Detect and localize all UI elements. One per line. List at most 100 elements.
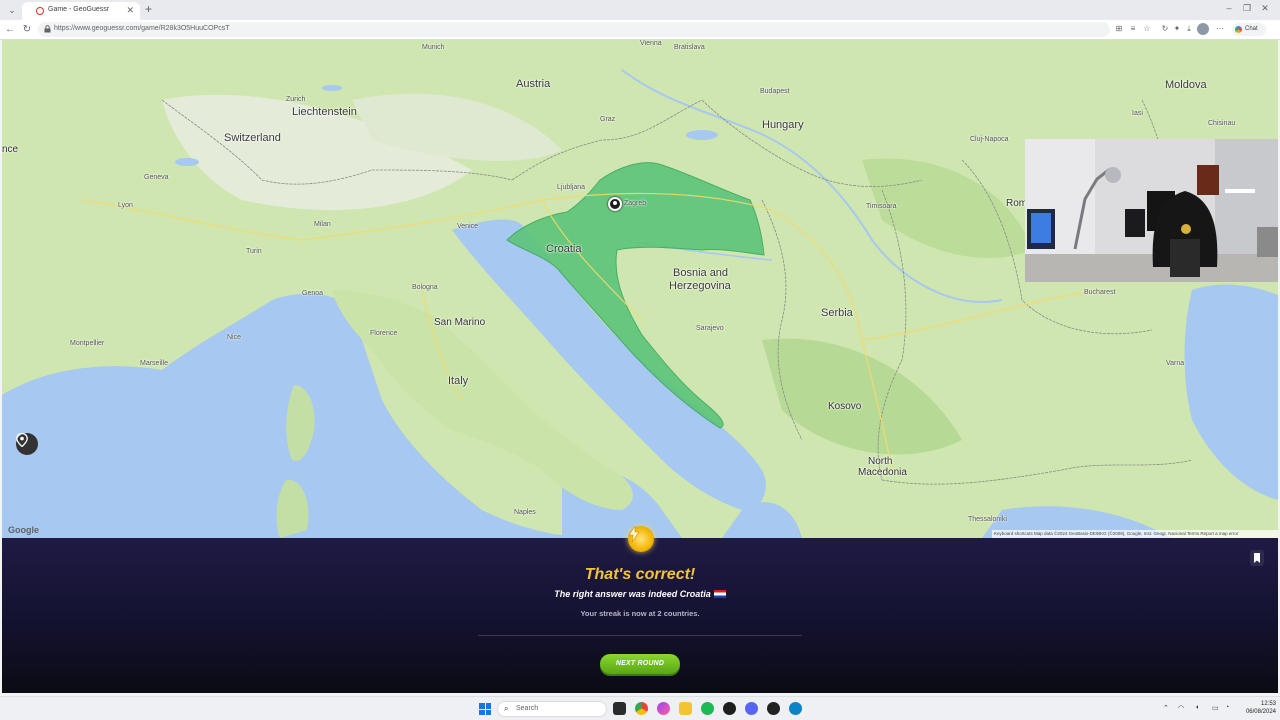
webcam-image <box>1025 139 1278 282</box>
menu-icon[interactable]: ⋯ <box>1215 24 1225 34</box>
star-icon[interactable]: ☆ <box>1142 24 1152 34</box>
map-city-label: Ljubljana <box>557 184 586 191</box>
map-label-france: nce <box>2 144 19 155</box>
browser-tab-bar: ⌄ Game - GeoGuessr ✕ + – ❐ ✕ <box>0 0 1280 20</box>
lock-icon <box>44 25 51 33</box>
map-city-label: Bologna <box>412 284 438 291</box>
url-text: https://www.geoguessr.com/game/R28k3O5Hu… <box>54 25 230 32</box>
map-label-italy: Italy <box>448 375 469 387</box>
task-view-icon[interactable] <box>613 702 626 715</box>
file-explorer-icon[interactable] <box>679 702 692 715</box>
discord-icon[interactable] <box>745 702 758 715</box>
map-label-bosnia-line2: Herzegovina <box>669 280 731 292</box>
map-label-north-macedonia-line2: Macedonia <box>858 467 907 478</box>
tab-geoguessr[interactable]: Game - GeoGuessr ✕ <box>22 2 140 20</box>
result-subtitle-text: The right answer was indeed Croatia <box>554 589 711 599</box>
map-city-label: Zurich <box>286 96 306 103</box>
system-clock[interactable]: 12:53 06/08/2024 <box>1236 700 1276 716</box>
windows-start-icon[interactable] <box>479 703 491 715</box>
map-city-label: Iasi <box>1132 110 1143 117</box>
map-city-label: Chisinau <box>1208 120 1236 127</box>
map-city-label: Geneva <box>144 174 169 181</box>
map-label-croatia: Croatia <box>546 243 582 255</box>
streak-text: Your streak is now at 2 countries. <box>580 609 700 618</box>
next-round-button[interactable]: NEXT ROUND <box>600 654 680 674</box>
map-label-moldova: Moldova <box>1165 79 1207 91</box>
taskbar-search-placeholder: Search <box>516 705 539 712</box>
result-map[interactable]: Austria Hungary Moldova Switzerland Liec… <box>2 40 1278 538</box>
geoguessr-favicon-icon <box>36 7 44 15</box>
map-city-label: Lyon <box>118 202 133 209</box>
map-city-label: Turin <box>246 248 262 255</box>
tab-close-icon[interactable]: ✕ <box>126 5 134 16</box>
map-city-label: Bucharest <box>1084 289 1116 296</box>
map-attribution[interactable]: Keyboard shortcuts Map data ©2024 GeoBas… <box>992 530 1278 538</box>
map-city-label: Marseille <box>140 360 169 367</box>
taskbar-search[interactable]: ⌕ Search <box>497 701 607 717</box>
streamer-webcam <box>1025 139 1278 282</box>
obs-icon[interactable] <box>767 702 780 715</box>
location-pin-icon[interactable] <box>608 197 622 211</box>
history-icon[interactable]: ↻ <box>1160 24 1170 34</box>
reader-icon[interactable]: ≡ <box>1128 24 1138 34</box>
install-icon[interactable]: ⊞ <box>1114 24 1124 34</box>
map-city-label: Nice <box>227 334 242 341</box>
chat-button[interactable]: Chat <box>1232 23 1266 36</box>
spotify-icon[interactable] <box>701 702 714 715</box>
locate-button[interactable] <box>16 433 38 455</box>
map-label-liechtenstein: Liechtenstein <box>292 106 357 118</box>
battery-icon[interactable]: ▭ <box>1212 704 1219 712</box>
app-icon[interactable] <box>657 702 670 715</box>
result-subtitle: The right answer was indeed Croatia <box>2 589 1278 599</box>
clock-time: 12:53 <box>1260 701 1276 707</box>
back-icon[interactable]: ← <box>4 24 16 36</box>
tab-list-chevron-icon[interactable]: ⌄ <box>6 4 18 16</box>
notification-icon[interactable]: ◔ <box>1225 704 1229 711</box>
map-city-label: Florence <box>370 330 398 337</box>
downloads-icon[interactable]: ⤓ <box>1184 24 1194 34</box>
map-label-kosovo: Kosovo <box>828 401 862 412</box>
map-label-switzerland: Switzerland <box>224 132 281 144</box>
tray-chevron-icon[interactable]: ⌃ <box>1163 704 1169 712</box>
divider <box>478 635 802 636</box>
result-title: That's correct! <box>584 566 696 583</box>
map-city-label: Sarajevo <box>696 325 724 332</box>
map-city-label: Thessaloniki <box>968 516 1007 523</box>
map-city-label: Zagreb <box>624 200 647 207</box>
address-bar[interactable]: https://www.geoguessr.com/game/R28k3O5Hu… <box>38 22 1110 37</box>
app-icon[interactable] <box>723 702 736 715</box>
clock-date: 06/08/2024 <box>1245 709 1276 715</box>
wifi-icon[interactable]: ◠ <box>1178 704 1184 712</box>
map-city-label: Naples <box>514 509 536 516</box>
edge-icon[interactable] <box>789 702 802 715</box>
chat-label: Chat <box>1245 26 1258 32</box>
map-label-romania: Rom <box>1006 198 1028 209</box>
map-label-north-macedonia-line1: North <box>868 456 893 467</box>
profile-avatar[interactable] <box>1197 23 1209 35</box>
extensions-icon[interactable]: ✦ <box>1172 24 1182 34</box>
map-label-bosnia-line1: Bosnia and <box>673 267 729 279</box>
chrome-icon[interactable] <box>635 702 648 715</box>
locate-icon <box>16 433 28 447</box>
map-city-label: Venice <box>457 223 479 230</box>
map-city-label: Graz <box>600 116 616 123</box>
maximize-icon[interactable]: ❐ <box>1240 3 1254 14</box>
gemini-icon <box>1235 26 1242 33</box>
streak-badge <box>628 525 654 552</box>
bolt-icon <box>628 525 640 543</box>
bookmark-icon[interactable] <box>1250 550 1264 566</box>
refresh-icon[interactable]: ↻ <box>21 24 33 36</box>
map-city-label: Bratislava <box>674 44 705 51</box>
map-city-label: Milan <box>314 221 331 228</box>
speaker-icon[interactable]: ◖ <box>1195 704 1199 711</box>
minimize-icon[interactable]: – <box>1222 3 1236 13</box>
map-city-label: Vienna <box>640 40 662 47</box>
map-city-label: Cluj-Napoca <box>970 136 1009 143</box>
croatia-flag-icon <box>713 590 726 598</box>
map-city-label: Timisoara <box>866 203 897 210</box>
new-tab-button[interactable]: + <box>145 2 152 16</box>
window-close-icon[interactable]: ✕ <box>1258 3 1272 14</box>
map-label-hungary: Hungary <box>762 119 804 131</box>
map-city-label: Munich <box>422 44 445 51</box>
search-icon: ⌕ <box>504 704 509 713</box>
